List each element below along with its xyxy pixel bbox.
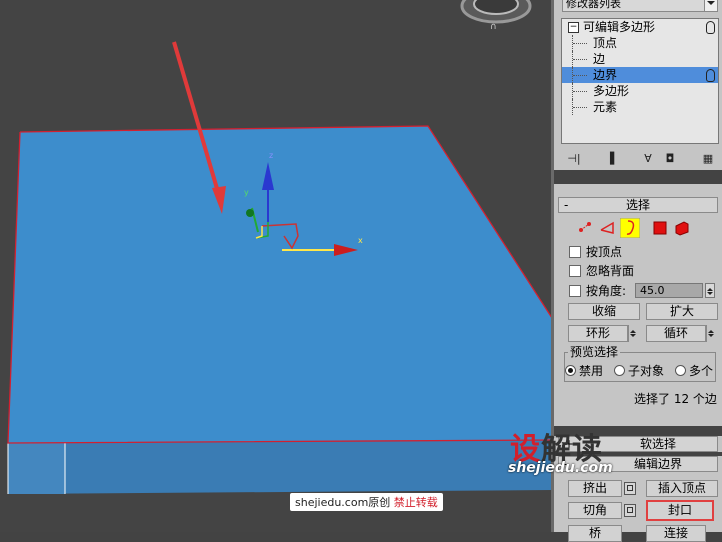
- chamfer-settings-icon[interactable]: [624, 504, 636, 517]
- stack-item-editable-poly[interactable]: − 可编辑多边形: [562, 19, 718, 35]
- stack-item-label: 边界: [593, 68, 618, 82]
- stack-item-label: 元素: [593, 100, 618, 114]
- gizmo-y-label: y: [244, 188, 249, 197]
- preview-multi-radio[interactable]: [675, 365, 686, 376]
- grow-button[interactable]: 扩大: [646, 303, 718, 320]
- rollout-title: 软选择: [639, 437, 676, 451]
- stack-item-label: 顶点: [593, 36, 618, 50]
- insert-vertex-button[interactable]: 插入顶点: [646, 480, 718, 497]
- ignore-backfacing-label: 忽略背面: [586, 264, 635, 278]
- chevron-down-icon[interactable]: [704, 0, 717, 11]
- lightbulb-icon[interactable]: [706, 21, 715, 34]
- extrude-button[interactable]: 挤出: [568, 480, 622, 497]
- cap-button[interactable]: 封口: [646, 500, 714, 521]
- pin-stack-icon[interactable]: ⊣|: [564, 150, 584, 168]
- box-top-face[interactable]: [8, 126, 552, 443]
- by-vertex-label: 按顶点: [586, 245, 623, 259]
- stack-item-label: 多边形: [593, 84, 630, 98]
- viewcube-icon[interactable]: [473, 0, 519, 15]
- gizmo-x-label: x: [358, 236, 363, 245]
- modifier-stack[interactable]: − 可编辑多边形 顶点 边 边界 多边形 元素: [561, 18, 719, 144]
- rollout-title: 编辑边界: [633, 457, 682, 471]
- lightbulb-icon[interactable]: [706, 69, 715, 82]
- remove-modifier-icon[interactable]: ◘: [660, 150, 680, 168]
- bridge-button[interactable]: 桥: [568, 525, 622, 542]
- loop-spinner[interactable]: [706, 325, 716, 342]
- by-vertex-checkbox[interactable]: [569, 246, 581, 258]
- collapse-sign: -: [564, 198, 569, 212]
- preview-off-label: 禁用: [579, 364, 604, 378]
- angle-spinner[interactable]: [705, 283, 715, 298]
- stack-item-polygon[interactable]: 多边形: [562, 83, 718, 99]
- credit-site: shejiedu.com: [295, 496, 369, 509]
- preview-subobject-radio[interactable]: [614, 365, 625, 376]
- show-end-result-icon[interactable]: ▐: [600, 150, 620, 168]
- stack-toolbar: ⊣| ▐ ∀ ◘ ▦: [562, 150, 718, 170]
- preview-selection-title: 预览选择: [568, 345, 621, 359]
- preview-subobject-label: 子对象: [628, 364, 665, 378]
- by-angle-checkbox[interactable]: [569, 285, 581, 297]
- chamfer-button[interactable]: 切角: [568, 502, 622, 519]
- collapse-minus-icon[interactable]: −: [568, 22, 579, 33]
- box-front-left: [8, 442, 65, 494]
- rollout-title: 选择: [625, 198, 650, 212]
- modifier-list-label: 修改器列表: [566, 0, 621, 10]
- extrude-settings-icon[interactable]: [624, 482, 636, 495]
- preview-multi-label: 多个: [689, 364, 714, 378]
- gizmo-y-arrow: [246, 209, 254, 217]
- border-mode-icon[interactable]: [620, 218, 640, 238]
- shrink-button[interactable]: 收缩: [568, 303, 640, 320]
- by-angle-label: 按角度:: [586, 284, 627, 298]
- element-mode-icon[interactable]: [672, 218, 692, 238]
- panel-gap: [554, 170, 722, 184]
- credit-original: 原创: [368, 496, 391, 509]
- polygon-mode-icon[interactable]: [650, 218, 670, 238]
- perspective-viewport[interactable]: ∩ z y x shejiedu.com原创 禁止转载: [0, 0, 552, 532]
- connect-button[interactable]: 连接: [646, 525, 706, 542]
- stack-item-edge[interactable]: 边: [562, 51, 718, 67]
- stack-item-element[interactable]: 元素: [562, 99, 718, 115]
- ring-button[interactable]: 环形: [568, 325, 628, 342]
- credit-badge: shejiedu.com原创 禁止转载: [290, 493, 443, 511]
- edge-mode-icon[interactable]: [598, 218, 618, 238]
- rollout-selection-header[interactable]: - 选择: [558, 197, 718, 213]
- watermark-url: shejiedu.com: [508, 460, 613, 476]
- credit-notice: 禁止转载: [393, 496, 438, 509]
- selection-status: 选择了 12 个边: [634, 392, 717, 406]
- ring-spinner[interactable]: [628, 325, 638, 342]
- stack-item-label: 边: [593, 52, 606, 66]
- stack-item-border[interactable]: 边界: [562, 67, 718, 83]
- configure-sets-icon[interactable]: ▦: [698, 150, 718, 168]
- box-front-face: [8, 440, 552, 494]
- stack-item-vertex[interactable]: 顶点: [562, 35, 718, 51]
- gizmo-z-label: z: [269, 151, 273, 160]
- loop-button[interactable]: 循环: [646, 325, 706, 342]
- make-unique-icon[interactable]: ∀: [638, 150, 658, 168]
- modifier-list-dropdown[interactable]: 修改器列表: [562, 0, 718, 12]
- preview-off-radio[interactable]: [565, 365, 576, 376]
- vertex-mode-icon[interactable]: [576, 218, 596, 238]
- ignore-backfacing-checkbox[interactable]: [569, 265, 581, 277]
- scene-svg: ∩ z y x: [7, 0, 552, 494]
- viewcube-label: ∩: [490, 22, 497, 32]
- stack-item-label: 可编辑多边形: [583, 20, 656, 34]
- angle-input[interactable]: 45.0: [635, 283, 703, 298]
